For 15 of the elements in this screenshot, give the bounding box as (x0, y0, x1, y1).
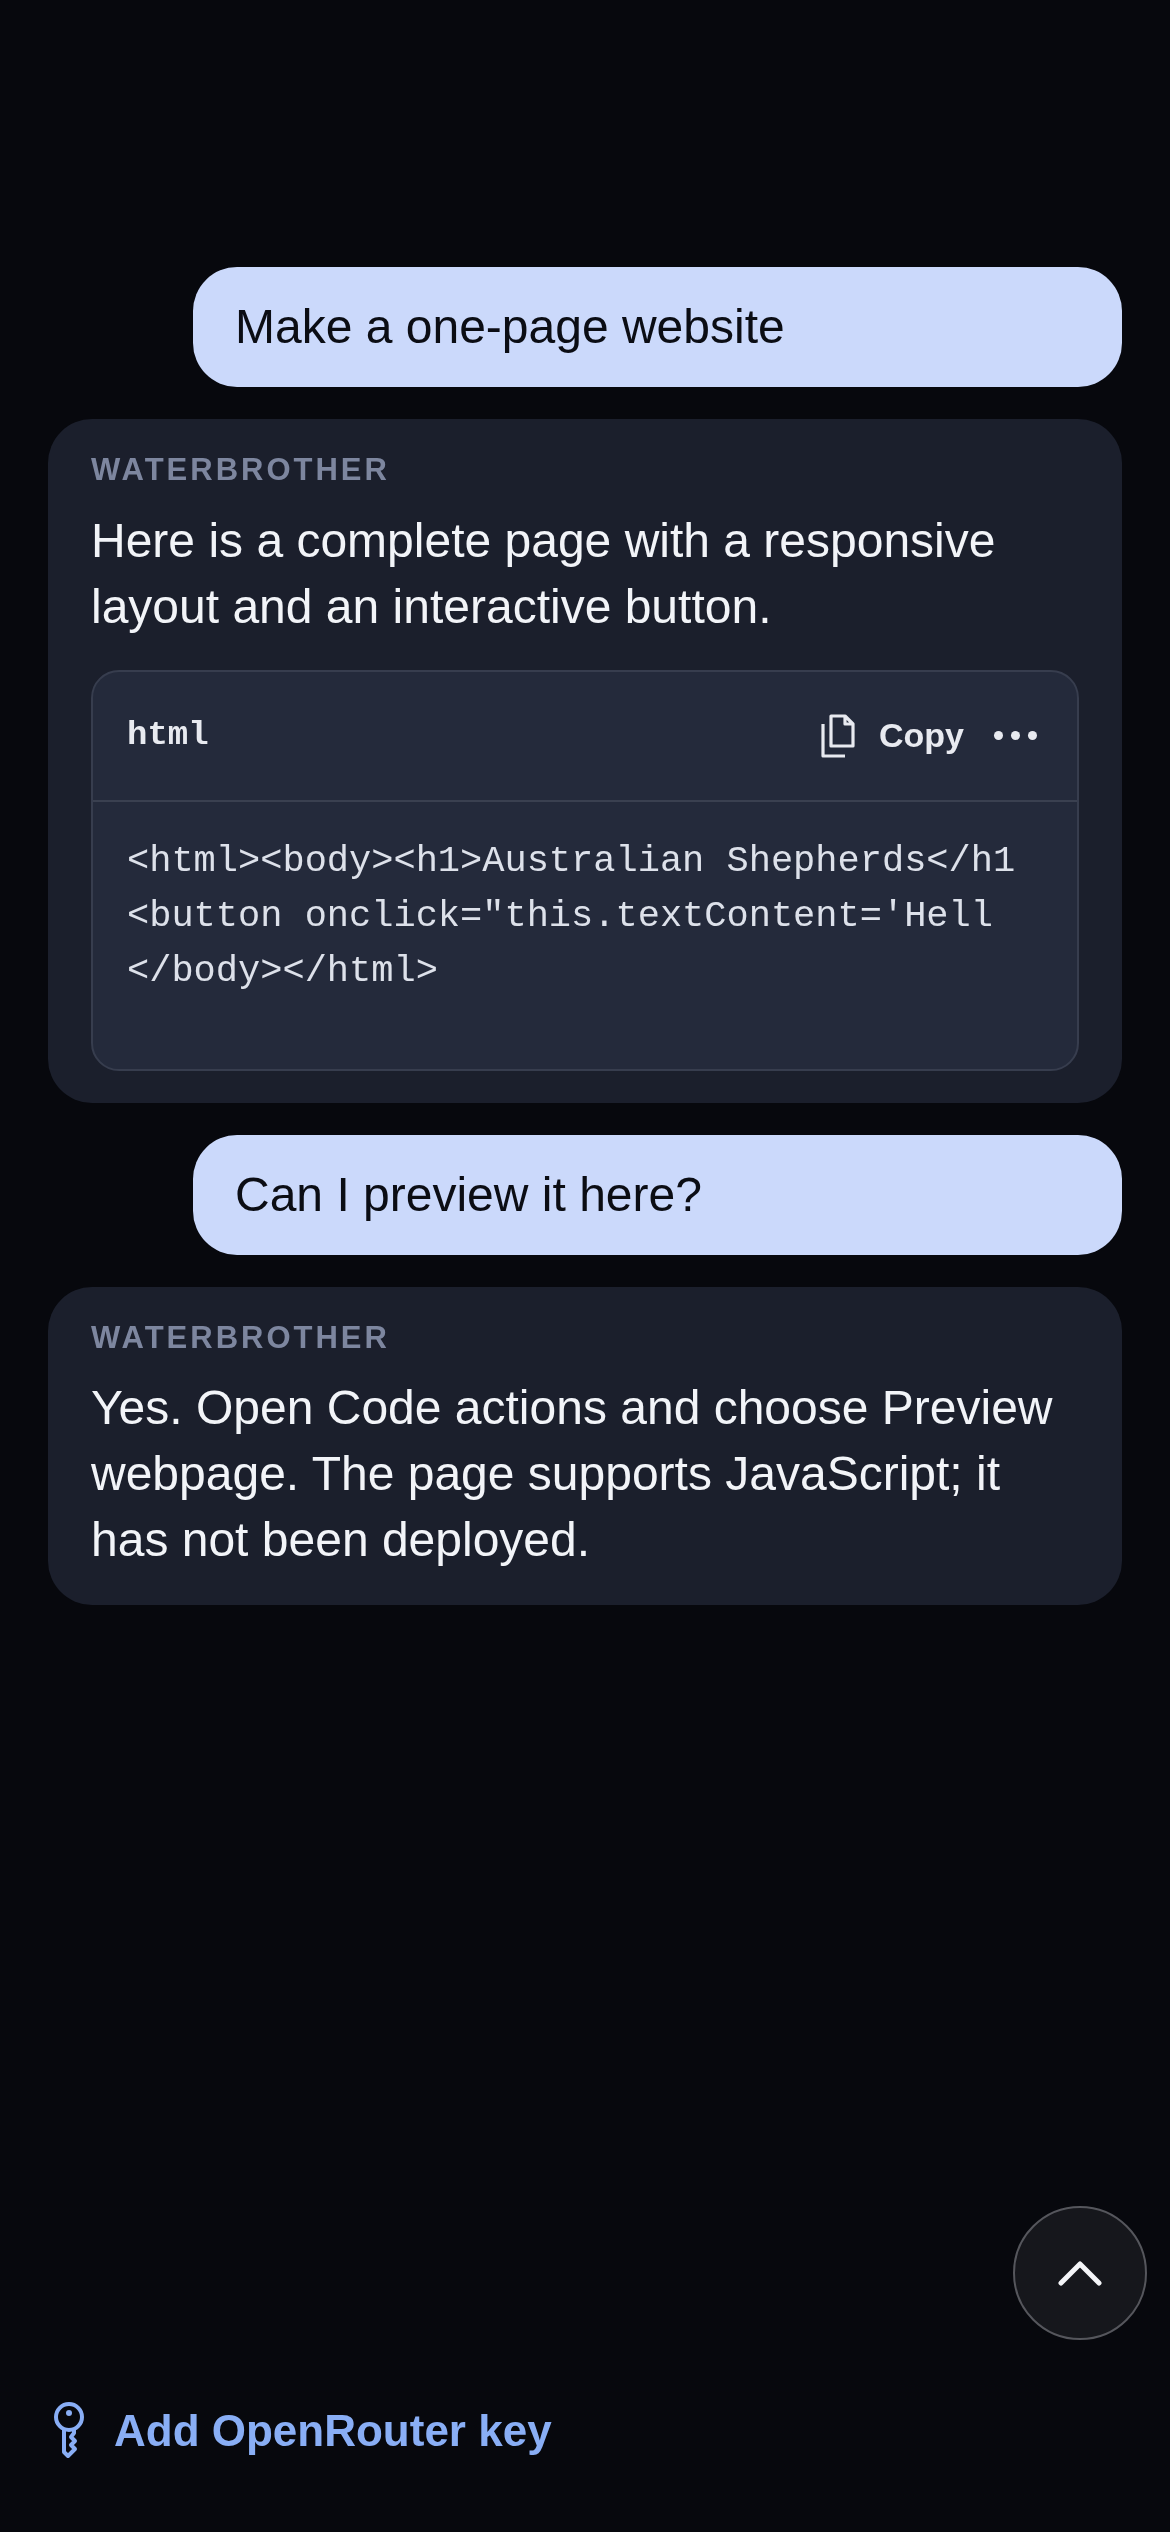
sender-label: WATERBROTHER (91, 451, 391, 489)
code-line: <button onclick="this.textContent='Hell (127, 893, 994, 939)
code-language: html (127, 715, 209, 756)
add-key-link[interactable]: Add OpenRouter key (114, 2398, 552, 2464)
key-icon (52, 2402, 86, 2460)
copy-icon (819, 713, 857, 758)
code-line: </body></html> (127, 948, 439, 994)
message-text: Yes. Open Code actions and choose Preview webpage. The page supports JavaScript; it has not been deployed. (91, 1380, 1054, 1568)
chevron-up-icon (1058, 2260, 1102, 2286)
copy-button[interactable]: Copy (819, 710, 964, 761)
user-message-bubble: Can I preview it here? (193, 1134, 1122, 1255)
sender-label: WATERBROTHER (91, 1318, 391, 1357)
message-text: Here is a complete page with a responsive layout and an interactive button. (91, 512, 997, 635)
code-line: <html><body><h1>Australian Shepherds</h1 (127, 838, 1017, 884)
user-message-bubble: Make a one-page website (193, 267, 1122, 387)
